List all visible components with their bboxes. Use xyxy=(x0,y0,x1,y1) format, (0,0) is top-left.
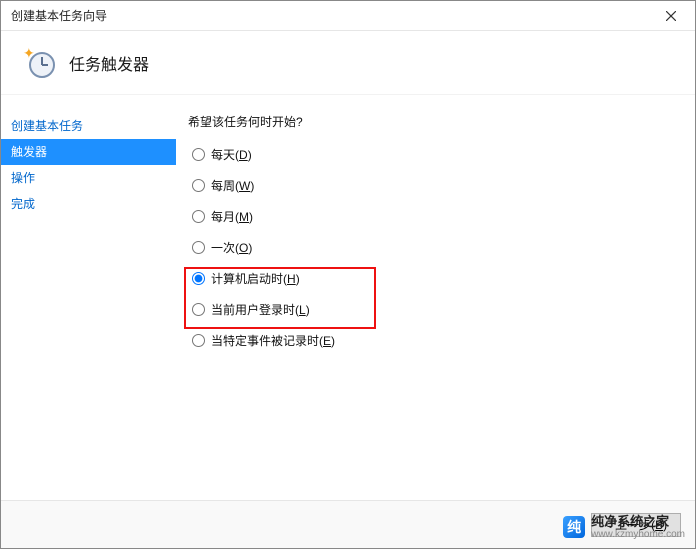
trigger-question: 希望该任务何时开始? xyxy=(188,113,675,130)
radio-weekly[interactable] xyxy=(192,179,205,192)
option-label: 每周(W) xyxy=(211,177,254,194)
content-area: 创建基本任务 触发器 操作 完成 希望该任务何时开始? 每天(D) 每周(W) … xyxy=(1,95,695,500)
watermark-url: www.kzmyhome.com xyxy=(591,529,685,540)
option-label: 当特定事件被记录时(E) xyxy=(211,332,335,349)
window-title: 创建基本任务向导 xyxy=(11,7,107,24)
close-button[interactable] xyxy=(651,2,691,30)
radio-monthly[interactable] xyxy=(192,210,205,223)
option-label: 计算机启动时(H) xyxy=(211,270,300,287)
wizard-main-panel: 希望该任务何时开始? 每天(D) 每周(W) 每月(M) 一次(O) 计算机启动… xyxy=(176,95,695,500)
watermark-logo-icon: 纯 xyxy=(563,516,585,538)
wizard-steps-sidebar: 创建基本任务 触发器 操作 完成 xyxy=(1,95,176,500)
option-label: 一次(O) xyxy=(211,239,252,256)
watermark-name: 纯净系统之家 xyxy=(591,515,685,529)
radio-on-startup[interactable] xyxy=(192,272,205,285)
radio-on-logon[interactable] xyxy=(192,303,205,316)
sidebar-item-action[interactable]: 操作 xyxy=(1,165,176,191)
sidebar-item-trigger[interactable]: 触发器 xyxy=(1,139,176,165)
option-on-logon[interactable]: 当前用户登录时(L) xyxy=(192,299,675,320)
option-label: 每月(M) xyxy=(211,208,253,225)
radio-on-event[interactable] xyxy=(192,334,205,347)
sidebar-item-create-task[interactable]: 创建基本任务 xyxy=(1,113,176,139)
close-icon xyxy=(666,11,676,21)
option-label: 当前用户登录时(L) xyxy=(211,301,310,318)
sidebar-item-finish[interactable]: 完成 xyxy=(1,191,176,217)
option-once[interactable]: 一次(O) xyxy=(192,237,675,258)
titlebar: 创建基本任务向导 xyxy=(1,1,695,31)
option-on-startup[interactable]: 计算机启动时(H) xyxy=(192,268,675,289)
option-weekly[interactable]: 每周(W) xyxy=(192,175,675,196)
wizard-header: ✦ 任务触发器 xyxy=(1,31,695,95)
option-monthly[interactable]: 每月(M) xyxy=(192,206,675,227)
radio-once[interactable] xyxy=(192,241,205,254)
clock-icon: ✦ xyxy=(25,48,55,78)
watermark: 纯 纯净系统之家 www.kzmyhome.com xyxy=(559,513,689,542)
radio-daily[interactable] xyxy=(192,148,205,161)
trigger-options: 每天(D) 每周(W) 每月(M) 一次(O) 计算机启动时(H) 当前用户登录… xyxy=(192,144,675,351)
option-on-event[interactable]: 当特定事件被记录时(E) xyxy=(192,330,675,351)
option-daily[interactable]: 每天(D) xyxy=(192,144,675,165)
option-label: 每天(D) xyxy=(211,146,252,163)
page-title: 任务触发器 xyxy=(69,51,149,75)
